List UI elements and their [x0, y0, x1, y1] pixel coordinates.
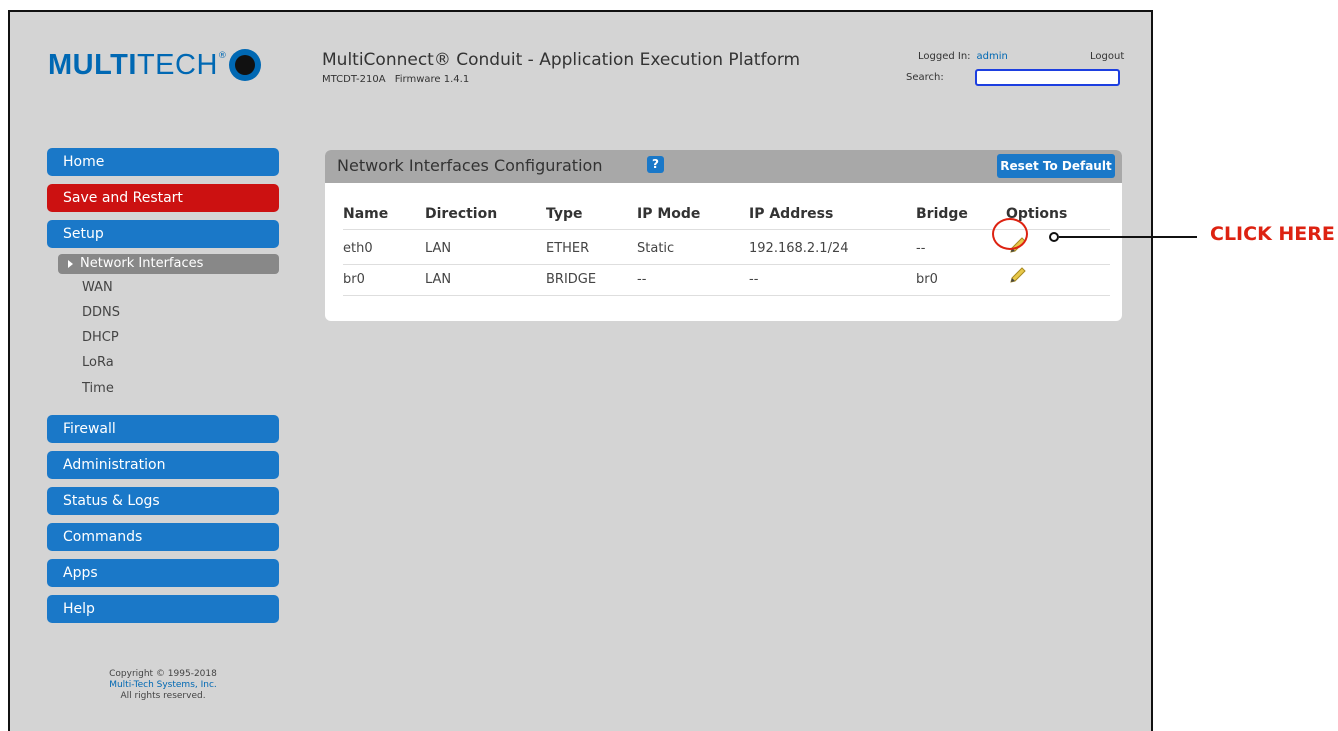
- app-title: MultiConnect® Conduit - Application Exec…: [322, 50, 801, 70]
- nav-sub-dhcp[interactable]: DHCP: [82, 330, 119, 345]
- cell-direction: LAN: [425, 241, 452, 256]
- callout-highlight-circle: [992, 218, 1028, 250]
- nav-status-logs[interactable]: Status & Logs: [47, 487, 279, 515]
- cell-ip-mode: Static: [637, 241, 675, 256]
- copyright-notice: Copyright © 1995-2018 Multi-Tech Systems…: [47, 669, 279, 702]
- cell-bridge: br0: [916, 272, 938, 287]
- cell-bridge: --: [916, 241, 926, 256]
- search-input[interactable]: [975, 69, 1120, 86]
- cell-ip-address: --: [749, 272, 759, 287]
- nav-commands[interactable]: Commands: [47, 523, 279, 551]
- company-link[interactable]: Multi-Tech Systems, Inc.: [47, 680, 279, 691]
- nav-sub-time[interactable]: Time: [82, 381, 114, 396]
- cell-ip-mode: --: [637, 272, 647, 287]
- callout-label: CLICK HERE: [1210, 223, 1335, 245]
- column-header-bridge: Bridge: [916, 206, 968, 222]
- nav-help[interactable]: Help: [47, 595, 279, 623]
- cell-ip-address: 192.168.2.1/24: [749, 241, 849, 256]
- column-header-ip-address: IP Address: [749, 206, 834, 222]
- search-label: Search:: [906, 72, 944, 83]
- user-link[interactable]: admin: [977, 51, 1008, 62]
- column-header-type: Type: [546, 206, 583, 222]
- panel-header: Network Interfaces Configuration ? Reset…: [325, 150, 1122, 183]
- logged-in-status: Logged In: admin: [918, 51, 1008, 62]
- column-header-name: Name: [343, 206, 389, 222]
- device-info: MTCDT-210A Firmware 1.4.1: [322, 74, 475, 85]
- callout-dot: [1049, 232, 1059, 242]
- firmware-label: Firmware 1.4.1: [394, 74, 470, 85]
- logout-link[interactable]: Logout: [1090, 51, 1124, 62]
- logo-circle-icon: [228, 49, 261, 81]
- nav-sub-label: Network Interfaces: [80, 256, 204, 271]
- cell-type: BRIDGE: [546, 272, 597, 287]
- copyright-line: Copyright © 1995-2018: [109, 669, 217, 679]
- cell-name: eth0: [343, 241, 373, 256]
- logo-registered-mark: ®: [217, 51, 227, 61]
- nav-setup[interactable]: Setup: [47, 220, 279, 248]
- column-header-direction: Direction: [425, 206, 498, 222]
- nav-administration[interactable]: Administration: [47, 451, 279, 479]
- multitech-logo[interactable]: MULTI TECH ®: [48, 45, 261, 85]
- panel-title: Network Interfaces Configuration: [337, 156, 603, 175]
- cell-name: br0: [343, 272, 365, 287]
- row-divider: [343, 264, 1110, 265]
- nav-sub-lora[interactable]: LoRa: [82, 355, 114, 370]
- reset-to-default-button[interactable]: Reset To Default: [997, 154, 1115, 178]
- nav-firewall[interactable]: Firewall: [47, 415, 279, 443]
- rights-line: All rights reserved.: [120, 691, 206, 701]
- nav-sub-network-interfaces[interactable]: Network Interfaces: [58, 254, 279, 274]
- nav-home[interactable]: Home: [47, 148, 279, 176]
- edit-pencil-icon[interactable]: [1008, 265, 1028, 285]
- logo-text-bold: MULTI: [48, 48, 137, 81]
- nav-sub-wan[interactable]: WAN: [82, 280, 113, 295]
- column-header-ip-mode: IP Mode: [637, 206, 701, 222]
- cell-direction: LAN: [425, 272, 452, 287]
- model-label: MTCDT-210A: [322, 74, 386, 85]
- row-divider: [343, 295, 1110, 296]
- help-icon[interactable]: ?: [647, 156, 664, 173]
- callout-line: [1059, 236, 1197, 238]
- logo-text-light: TECH: [136, 48, 218, 81]
- nav-apps[interactable]: Apps: [47, 559, 279, 587]
- nav-save-and-restart[interactable]: Save and Restart: [47, 184, 279, 212]
- logged-in-label: Logged In:: [918, 51, 971, 62]
- chevron-right-icon: [68, 260, 73, 268]
- nav-sub-ddns[interactable]: DDNS: [82, 305, 120, 320]
- app-window: MULTI TECH ® MultiConnect® Conduit - App…: [8, 10, 1153, 731]
- cell-type: ETHER: [546, 241, 590, 256]
